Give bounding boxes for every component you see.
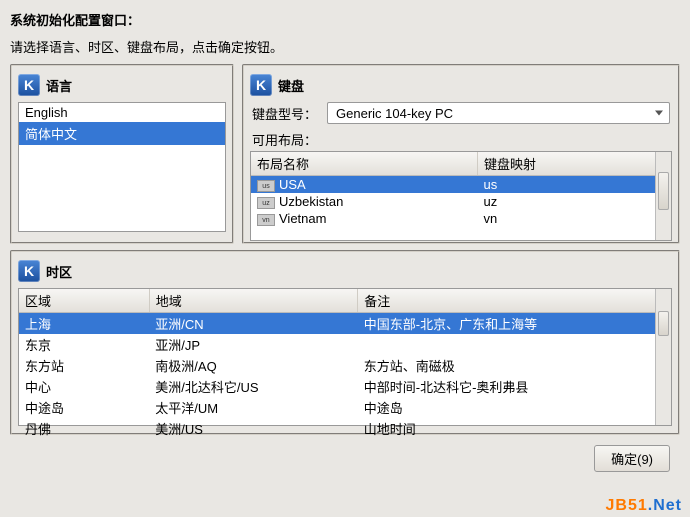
layout-mapping-cell: vn [478, 210, 671, 227]
watermark-part-b: .Net [648, 497, 682, 514]
timezone-table-wrap: 区域 地域 备注 上海亚洲/CN中国东部-北京、广东和上海等东京亚洲/JP东方站… [18, 288, 672, 426]
flag-icon: uz [257, 197, 275, 209]
keyboard-layout-row[interactable]: uzUzbekistanuz [251, 193, 671, 210]
timezone-note-cell: 山地时间 [358, 418, 671, 439]
timezone-scrollbar[interactable] [655, 289, 671, 425]
flag-icon: vn [257, 214, 275, 226]
keyboard-scrollbar-thumb[interactable] [658, 172, 669, 210]
top-row: K 语言 English简体中文 K 键盘 键盘型号： Generic 104-… [10, 64, 680, 244]
layout-mapping-cell: uz [478, 193, 671, 210]
timezone-area-cell: 美洲/US [149, 418, 357, 439]
keyboard-layout-row[interactable]: vnVietnamvn [251, 210, 671, 227]
timezone-region-cell: 中途岛 [19, 397, 149, 418]
bottom-bar: 确定(9) [10, 441, 680, 472]
timezone-row[interactable]: 中心美洲/北达科它/US中部时间-北达科它-奥利弗县 [19, 376, 671, 397]
keyboard-model-combo[interactable]: Generic 104-key PC [327, 102, 670, 124]
language-panel-title: 语言 [46, 76, 72, 95]
layout-name-cell: uzUzbekistan [251, 193, 478, 210]
col-tz-area[interactable]: 地域 [149, 289, 357, 313]
timezone-panel: K 时区 区域 地域 备注 上海亚洲/CN中国东部-北京、广东和上海等东京亚洲/… [10, 250, 680, 435]
keyboard-scrollbar[interactable] [655, 152, 671, 240]
timezone-row[interactable]: 中途岛太平洋/UM中途岛 [19, 397, 671, 418]
timezone-row[interactable]: 东方站南极洲/AQ东方站、南磁极 [19, 355, 671, 376]
flag-icon: us [257, 180, 275, 192]
timezone-scrollbar-thumb[interactable] [658, 311, 669, 336]
timezone-row[interactable]: 东京亚洲/JP [19, 334, 671, 355]
timezone-note-cell: 中部时间-北达科它-奥利弗县 [358, 376, 671, 397]
kde-icon: K [250, 74, 272, 96]
timezone-area-cell: 亚洲/JP [149, 334, 357, 355]
col-layout-name[interactable]: 布局名称 [251, 152, 478, 176]
timezone-note-cell: 中国东部-北京、广东和上海等 [358, 313, 671, 335]
col-tz-note[interactable]: 备注 [358, 289, 671, 313]
keyboard-layout-table[interactable]: 布局名称 键盘映射 usUSAusuzUzbekistanuzvnVietnam… [251, 152, 671, 227]
timezone-row[interactable]: 丹佛美洲/US山地时间 [19, 418, 671, 439]
timezone-note-cell: 中途岛 [358, 397, 671, 418]
window-title: 系统初始化配置窗口： [10, 10, 680, 29]
window-subtitle: 请选择语言、时区、键盘布局，点击确定按钮。 [10, 37, 680, 56]
timezone-area-cell: 太平洋/UM [149, 397, 357, 418]
timezone-area-cell: 亚洲/CN [149, 313, 357, 335]
keyboard-panel-title: 键盘 [278, 76, 304, 95]
timezone-note-cell [358, 334, 671, 355]
timezone-note-cell: 东方站、南磁极 [358, 355, 671, 376]
watermark-part-a: JB51 [606, 497, 648, 514]
keyboard-layouts-label: 可用布局： [252, 130, 672, 149]
col-layout-mapping[interactable]: 键盘映射 [478, 152, 671, 176]
col-tz-region[interactable]: 区域 [19, 289, 149, 313]
timezone-region-cell: 丹佛 [19, 418, 149, 439]
timezone-region-cell: 中心 [19, 376, 149, 397]
watermark: JB51.Net [606, 497, 682, 515]
language-item[interactable]: English [19, 103, 225, 122]
timezone-row[interactable]: 上海亚洲/CN中国东部-北京、广东和上海等 [19, 313, 671, 335]
layout-mapping-cell: us [478, 176, 671, 194]
ok-button[interactable]: 确定(9) [594, 445, 670, 472]
timezone-region-cell: 东京 [19, 334, 149, 355]
layout-name-cell: usUSA [251, 176, 478, 194]
language-panel: K 语言 English简体中文 [10, 64, 234, 244]
keyboard-layout-row[interactable]: usUSAus [251, 176, 671, 194]
keyboard-panel: K 键盘 键盘型号： Generic 104-key PC 可用布局： 布局名称… [242, 64, 680, 244]
kde-icon: K [18, 260, 40, 282]
language-item[interactable]: 简体中文 [19, 122, 225, 145]
timezone-area-cell: 美洲/北达科它/US [149, 376, 357, 397]
language-listbox[interactable]: English简体中文 [18, 102, 226, 232]
kde-icon: K [18, 74, 40, 96]
timezone-table[interactable]: 区域 地域 备注 上海亚洲/CN中国东部-北京、广东和上海等东京亚洲/JP东方站… [19, 289, 671, 439]
keyboard-model-value: Generic 104-key PC [336, 106, 453, 121]
timezone-region-cell: 东方站 [19, 355, 149, 376]
keyboard-layout-table-wrap: 布局名称 键盘映射 usUSAusuzUzbekistanuzvnVietnam… [250, 151, 672, 241]
timezone-area-cell: 南极洲/AQ [149, 355, 357, 376]
config-window: 系统初始化配置窗口： 请选择语言、时区、键盘布局，点击确定按钮。 K 语言 En… [0, 0, 690, 472]
keyboard-model-label: 键盘型号： [252, 104, 317, 123]
timezone-panel-title: 时区 [46, 262, 72, 281]
timezone-region-cell: 上海 [19, 313, 149, 335]
layout-name-cell: vnVietnam [251, 210, 478, 227]
